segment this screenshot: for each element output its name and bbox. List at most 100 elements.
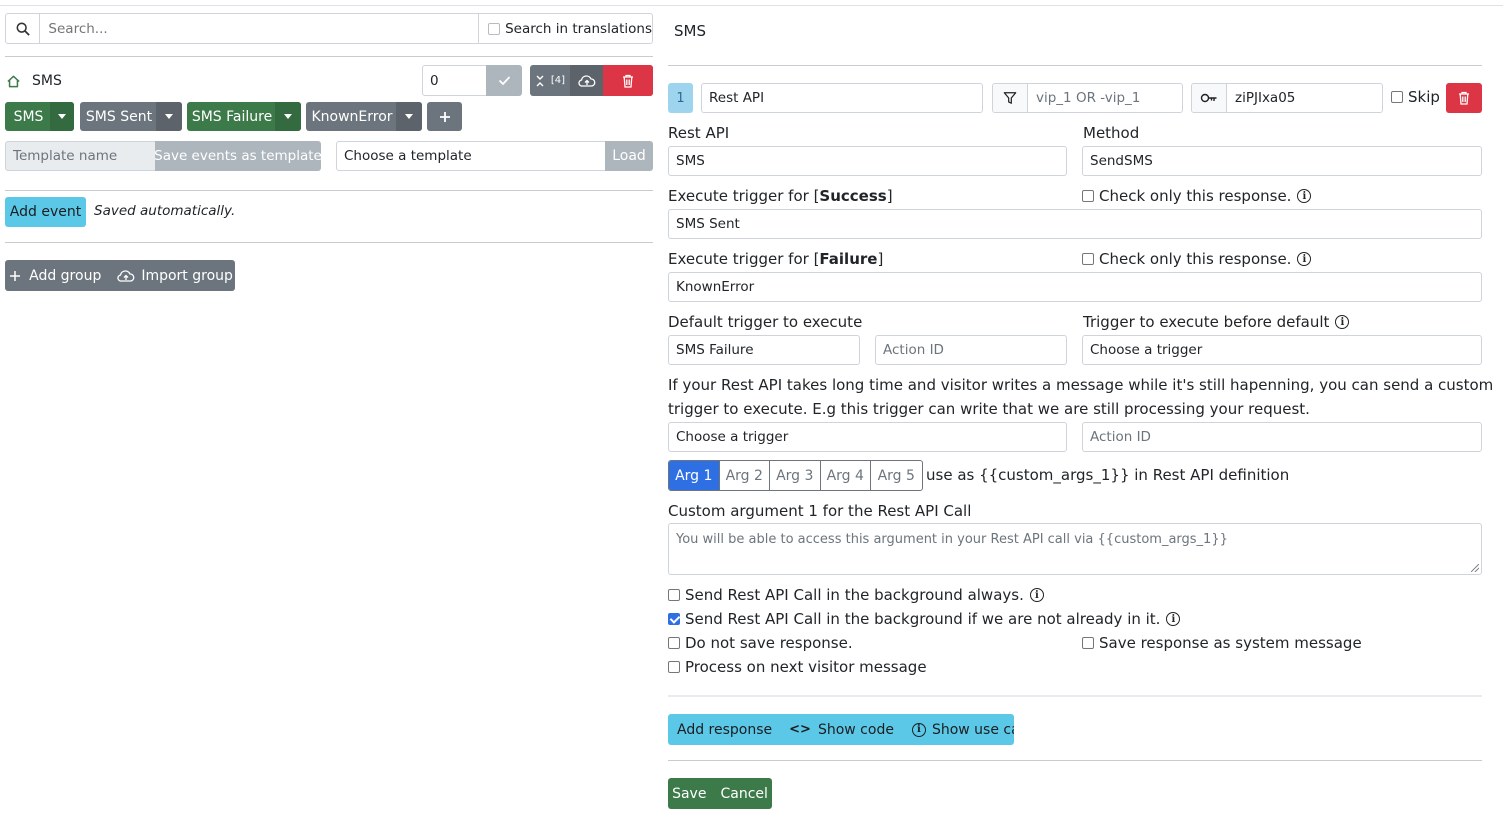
process-next-checkbox[interactable] [668,661,680,673]
event-sms-sent-dropdown[interactable] [156,102,182,131]
bg-always-checkbox[interactable] [668,589,680,601]
process-next-row[interactable]: Process on next visitor message [668,658,927,676]
left-divider-2 [5,190,653,191]
group-name: SMS [32,73,62,89]
save-system-label: Save response as system message [1099,634,1362,652]
delete-step-button[interactable] [1446,83,1482,113]
confirm-counter-button[interactable] [486,65,522,96]
failure-check-only[interactable]: Check only this response. i [1082,250,1312,268]
event-sms-failure-dropdown[interactable] [275,102,301,131]
tab-arg-2[interactable]: Arg 2 [720,461,770,490]
tab-arg-3[interactable]: Arg 3 [770,461,821,490]
load-template-button[interactable]: Load [605,141,653,171]
filter-group: vip_1 OR -vip_1 [992,83,1183,113]
do-not-save-checkbox[interactable] [668,637,680,649]
bg-always-row[interactable]: Send Rest API Call in the background alw… [668,586,1044,604]
resize-handle-icon[interactable] [1471,564,1479,572]
search-icon[interactable] [6,14,41,43]
cancel-button[interactable]: Cancel [713,778,772,809]
info-icon[interactable]: i [1029,588,1044,602]
right-divider-3 [668,760,1482,761]
failure-check-only-checkbox[interactable] [1082,253,1094,265]
custom-arg-textarea[interactable]: You will be able to access this argument… [668,523,1482,575]
failure-trigger-label: Execute trigger for [Failure] [668,250,883,268]
info-icon[interactable]: i [1166,612,1181,626]
search-translations-checkbox[interactable] [488,22,501,35]
choose-template-select[interactable]: Choose a template [336,141,606,171]
trash-icon [623,74,633,88]
save-events-as-template-button[interactable]: Save events as template [154,141,322,171]
key-input[interactable]: ziPJIxa05 [1227,90,1295,106]
filter-input[interactable]: vip_1 OR -vip_1 [1028,90,1140,106]
event-knownerror-label[interactable]: KnownError [306,102,396,131]
tab-arg-1[interactable]: Arg 1 [669,461,720,490]
step-type-select[interactable]: Rest API [701,83,983,113]
save-system-row[interactable]: Save response as system message [1082,634,1362,652]
do-not-save-label: Do not save response. [685,634,853,652]
show-code-button[interactable]: <> Show code [781,714,903,745]
success-check-only-checkbox[interactable] [1082,190,1094,202]
chevron-down-icon [405,114,413,119]
skip-toggle[interactable]: Skip [1391,88,1440,106]
search-translations-toggle[interactable]: Search in translations [478,14,652,43]
code-icon: <> [789,722,811,737]
event-sms-sent-label[interactable]: SMS Sent [80,102,156,131]
rest-api-select[interactable]: SMS [668,146,1067,176]
info-icon[interactable]: i [1297,252,1312,266]
collapse-button[interactable]: [4] [530,65,570,96]
key-group: ziPJIxa05 [1191,83,1383,113]
method-select[interactable]: SendSMS [1082,146,1482,176]
event-sms-label[interactable]: SMS [5,102,50,131]
group-header: SMS [6,70,62,92]
bg-not-already-label: Send Rest API Call in the background if … [685,610,1161,628]
show-use-cases-label: Show use cases [931,721,1014,738]
success-check-only[interactable]: Check only this response. i [1082,187,1312,205]
upload-group-button[interactable] [570,65,603,96]
import-group-button[interactable]: Import group [109,260,235,291]
success-trigger-select[interactable]: SMS Sent [668,209,1482,239]
failure-trigger-select[interactable]: KnownError [668,272,1482,302]
info-icon[interactable]: i [1335,315,1350,329]
save-button[interactable]: Save [668,778,713,809]
event-knownerror-dropdown[interactable] [396,102,422,131]
group-counter-input[interactable]: 0 [422,65,487,96]
success-suffix: ] [886,187,893,205]
add-event-button[interactable]: Add event [5,197,86,227]
event-sms-failure-label[interactable]: SMS Failure [187,102,275,131]
default-trigger-select[interactable]: SMS Failure [668,335,860,365]
tab-arg-5[interactable]: Arg 5 [871,461,922,490]
skip-checkbox[interactable] [1391,91,1403,103]
long-time-action-id-input[interactable]: Action ID [1082,422,1482,452]
show-use-cases-button[interactable]: i Show use cases [903,714,1014,745]
bg-not-already-checkbox[interactable] [668,613,680,625]
save-system-checkbox[interactable] [1082,637,1094,649]
bg-not-already-row[interactable]: Send Rest API Call in the background if … [668,610,1181,628]
process-next-label: Process on next visitor message [685,658,927,676]
saved-automatically-note: Saved automatically. [94,203,236,219]
do-not-save-row[interactable]: Do not save response. [668,634,853,652]
skip-label: Skip [1408,88,1440,106]
failure-word: Failure [819,250,878,268]
template-name-input[interactable]: Template name [5,141,156,171]
info-icon: i [911,722,926,737]
before-default-select[interactable]: Choose a trigger [1082,335,1482,365]
add-event-plus-button[interactable] [427,102,462,131]
delete-group-button[interactable] [603,65,653,96]
search-input[interactable] [40,14,479,43]
event-sms-button: SMS [5,102,74,131]
top-divider [0,5,1503,6]
collapse-icon [536,75,544,86]
event-sms-sent-button: SMS Sent [80,102,182,131]
add-group-button[interactable]: Add group [5,260,109,291]
long-time-trigger-select[interactable]: Choose a trigger [668,422,1067,452]
default-action-id-input[interactable]: Action ID [875,335,1067,365]
group-buttons: Add group Import group [5,260,235,291]
event-sms-dropdown[interactable] [50,102,74,131]
collapse-count: [4] [550,75,566,86]
plus-icon [439,111,450,122]
info-icon[interactable]: i [1297,189,1312,203]
add-response-button[interactable]: Add response [668,714,781,745]
response-buttons: Add response <> Show code i Show use cas… [668,714,1014,745]
filter-icon [993,84,1028,112]
tab-arg-4[interactable]: Arg 4 [821,461,871,490]
